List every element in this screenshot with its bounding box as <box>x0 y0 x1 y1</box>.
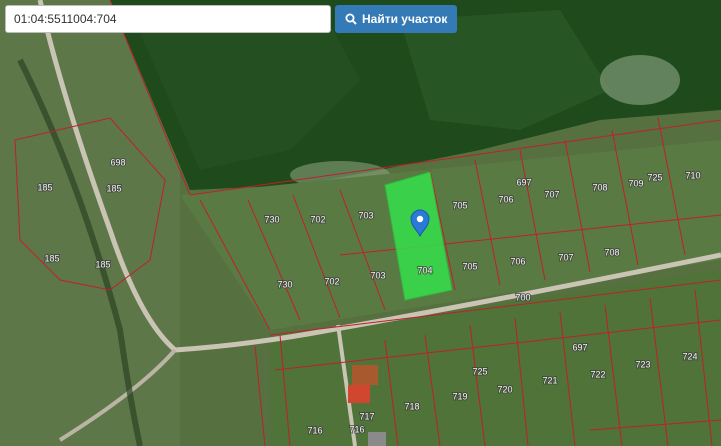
plot-number-label: 185 <box>95 259 110 269</box>
plot-number-label: 730 <box>264 214 279 224</box>
plot-number-label: 703 <box>370 270 385 280</box>
plot-number-label: 697 <box>572 342 587 352</box>
plot-number-label: 707 <box>558 252 573 262</box>
search-icon <box>345 13 357 25</box>
plot-number-label: 725 <box>647 172 662 182</box>
plot-number-label: 704 <box>417 265 432 275</box>
plot-number-label: 717 <box>359 411 374 421</box>
plot-number-label: 716 <box>307 425 322 435</box>
plot-number-label: 718 <box>404 401 419 411</box>
plot-number-label: 706 <box>498 194 513 204</box>
find-parcel-button[interactable]: Найти участок <box>335 5 458 33</box>
plot-number-label: 721 <box>542 375 557 385</box>
plot-number-label: 723 <box>635 359 650 369</box>
building <box>352 365 378 385</box>
plot-number-label: 706 <box>510 256 525 266</box>
plot-number-label: 725 <box>472 366 487 376</box>
plot-number-label: 719 <box>452 391 467 401</box>
plot-number-label: 185 <box>37 182 52 192</box>
plot-number-label: 716 <box>349 424 364 434</box>
plot-number-label: 705 <box>462 261 477 271</box>
plot-number-label: 185 <box>44 253 59 263</box>
plot-number-label: 702 <box>310 214 325 224</box>
plot-number-label: 703 <box>358 210 373 220</box>
plot-number-label: 708 <box>604 247 619 257</box>
plot-number-label: 722 <box>590 369 605 379</box>
plot-number-label: 697 <box>516 177 531 187</box>
plot-number-label: 705 <box>452 200 467 210</box>
building <box>348 385 370 403</box>
plot-number-label: 710 <box>685 170 700 180</box>
cadastral-search-input[interactable] <box>5 5 331 33</box>
plot-number-label: 720 <box>497 384 512 394</box>
find-parcel-label: Найти участок <box>362 12 448 26</box>
satellite-map[interactable]: 698185 185185185730 702 703705706697707708 7… <box>0 0 721 446</box>
plot-number-label: 698 <box>110 157 125 167</box>
plot-number-label: 702 <box>324 276 339 286</box>
plot-number-label: 724 <box>682 351 697 361</box>
plot-number-label: 700 <box>515 292 530 302</box>
plot-number-label: 709 <box>628 178 643 188</box>
plot-number-label: 707 <box>544 189 559 199</box>
search-bar: Найти участок <box>5 5 458 33</box>
plot-number-label: 708 <box>592 182 607 192</box>
building <box>368 432 386 446</box>
plot-number-label: 185 <box>106 183 121 193</box>
plot-number-label: 730 <box>277 279 292 289</box>
